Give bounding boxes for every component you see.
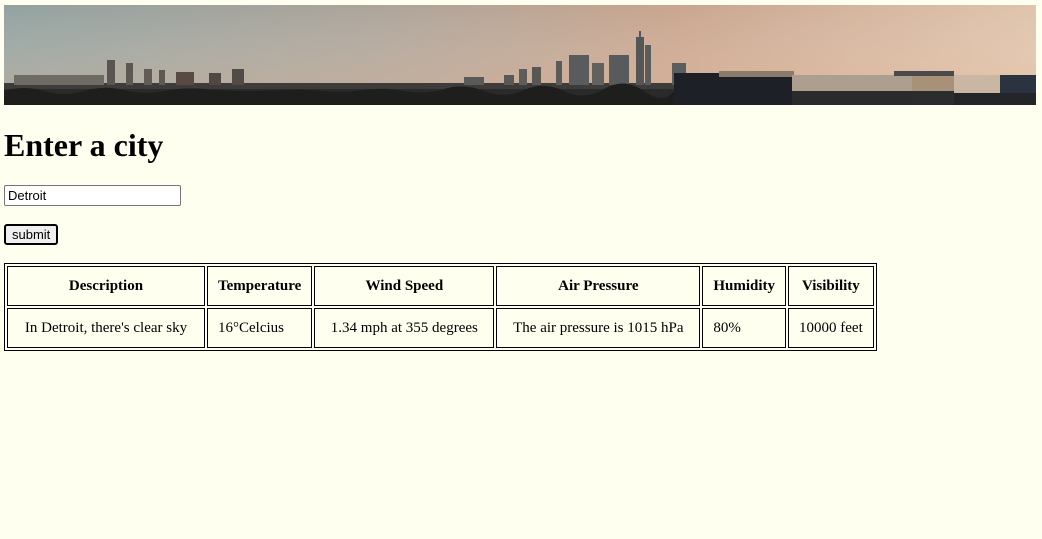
page-title: Enter a city (4, 127, 164, 163)
table-row: In Detroit, there's clear sky 16°Celcius… (7, 308, 874, 348)
weather-table: Description Temperature Wind Speed Air P… (4, 263, 877, 351)
header-visibility: Visibility (788, 266, 874, 306)
cell-humidity: 80% (702, 308, 787, 348)
header-humidity: Humidity (702, 266, 787, 306)
skyline-banner-image (4, 5, 1036, 105)
header-temperature: Temperature (207, 266, 313, 306)
header-wind-speed: Wind Speed (314, 266, 495, 306)
page: Enter a city submit Description Temperat… (0, 0, 1042, 539)
cell-temperature: 16°Celcius (207, 308, 313, 348)
header-air-pressure: Air Pressure (496, 266, 701, 306)
cell-visibility: 10000 feet (788, 308, 874, 348)
city-input[interactable] (4, 185, 181, 206)
table-header-row: Description Temperature Wind Speed Air P… (7, 266, 874, 306)
header-description: Description (7, 266, 205, 306)
cell-wind-speed: 1.34 mph at 355 degrees (314, 308, 495, 348)
submit-button[interactable]: submit (4, 224, 59, 245)
cell-description: In Detroit, there's clear sky (7, 308, 205, 348)
cell-air-pressure: The air pressure is 1015 hPa (496, 308, 701, 348)
